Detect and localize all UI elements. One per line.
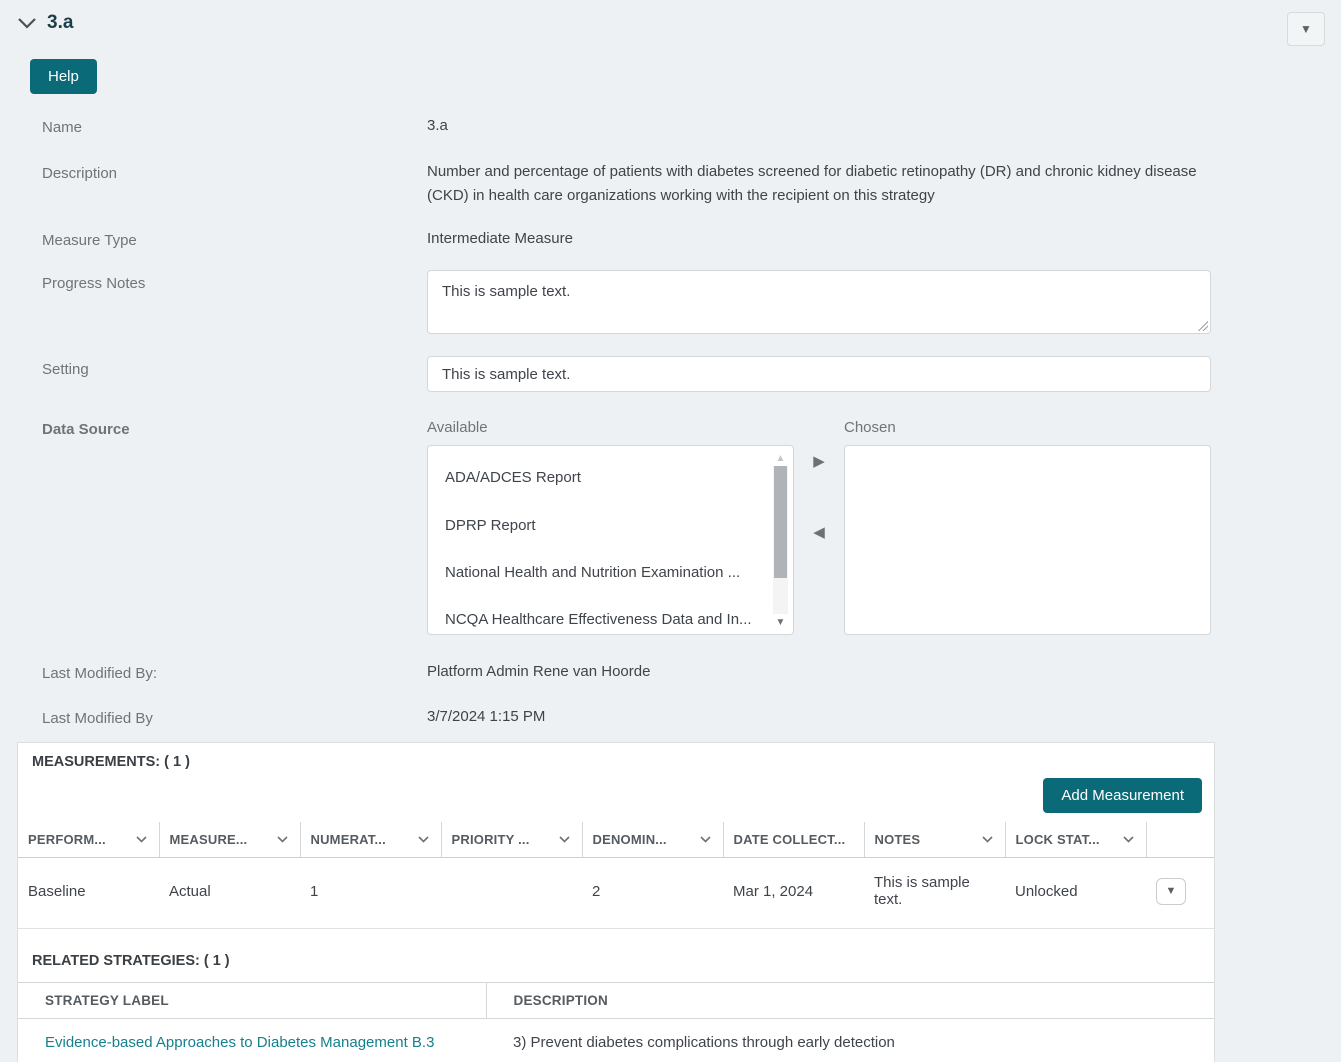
- last-modified-by-row: Last Modified By: Platform Admin Rene va…: [0, 660, 1341, 683]
- column-header-performance[interactable]: PERFORM...: [18, 821, 160, 859]
- available-option[interactable]: ADA/ADCES Report: [428, 454, 793, 501]
- column-header-notes[interactable]: NOTES: [864, 821, 1006, 859]
- strategy-description: 3) Prevent diabetes complications throug…: [513, 1034, 895, 1052]
- measure-type-value: Intermediate Measure: [427, 229, 573, 247]
- related-strategies-title: RELATED STRATEGIES: ( 1 ): [32, 953, 230, 970]
- name-row: Name 3.a: [0, 114, 1341, 137]
- description-value: Number and percentage of patients with d…: [427, 163, 1197, 204]
- chevron-down-icon: [1122, 836, 1134, 843]
- description-row: Description Number and percentage of pat…: [0, 160, 1341, 207]
- progress-notes-input[interactable]: This is sample text.: [427, 270, 1211, 334]
- move-right-icon[interactable]: ▶: [813, 454, 825, 469]
- column-header-lock-status[interactable]: LOCK STAT...: [1005, 821, 1147, 859]
- chevron-down-icon: [276, 836, 288, 843]
- measurements-title: MEASUREMENTS: ( 1 ): [32, 753, 190, 770]
- description-label: Description: [42, 165, 118, 183]
- cell-priority: [441, 857, 582, 930]
- last-modified-date-label: Last Modified By: [42, 709, 153, 727]
- cell-numerator: 1: [300, 857, 441, 930]
- last-modified-by-label: Last Modified By:: [42, 665, 158, 683]
- data-source-label: Data Source: [42, 421, 130, 438]
- strategy-label-link[interactable]: Evidence-based Approaches to Diabetes Ma…: [45, 1034, 434, 1051]
- caret-down-icon: ▼: [1300, 22, 1312, 36]
- chevron-down-icon: [699, 836, 711, 843]
- chevron-down-icon: [135, 836, 147, 843]
- column-header-date-collected[interactable]: DATE COLLECT...: [723, 821, 865, 859]
- column-header-numerator[interactable]: NUMERAT...: [300, 821, 442, 859]
- section-menu-button[interactable]: ▼: [1287, 12, 1325, 46]
- measure-form: Name 3.a Description Number and percenta…: [0, 114, 1341, 728]
- cell-lock-status: Unlocked: [1005, 857, 1146, 930]
- add-measurement-button[interactable]: Add Measurement: [1043, 777, 1202, 813]
- column-header-strategy-label: STRATEGY LABEL: [18, 982, 487, 1020]
- data-source-row: Data Source Available ADA/ADCES Report D…: [0, 416, 1341, 636]
- scrollbar-track[interactable]: [773, 466, 788, 615]
- measure-type-label: Measure Type: [42, 231, 137, 249]
- help-button[interactable]: Help: [30, 59, 97, 94]
- column-header-description: DESCRIPTION: [486, 982, 1214, 1020]
- cell-date-collected: Mar 1, 2024: [723, 857, 864, 930]
- scrollbar-thumb[interactable]: [774, 466, 787, 579]
- section-collapse-toggle[interactable]: 3.a: [18, 12, 73, 34]
- chosen-caption: Chosen: [844, 419, 896, 436]
- chevron-down-icon: [981, 836, 993, 843]
- last-modified-by-value: Platform Admin Rene van Hoorde: [427, 663, 651, 681]
- row-actions-button[interactable]: ▼: [1156, 877, 1186, 905]
- measurements-card: MEASUREMENTS: ( 1 ) Add Measurement PERF…: [17, 741, 1215, 1062]
- progress-notes-row: Progress Notes This is sample text.: [0, 270, 1341, 334]
- available-option[interactable]: DPRP Report: [428, 502, 793, 549]
- column-header-actions: [1146, 821, 1214, 859]
- scroll-down-icon[interactable]: ▼: [773, 614, 788, 630]
- scroll-up-icon[interactable]: ▲: [773, 450, 788, 466]
- available-column: Available ADA/ADCES Report DPRP Report N…: [427, 416, 794, 636]
- listbox-scrollbar[interactable]: ▲ ▼: [773, 450, 788, 630]
- measurements-header-row: PERFORM... MEASURE... NUMERAT... PRIORIT…: [18, 821, 1214, 859]
- related-strategies-table: STRATEGY LABEL DESCRIPTION Evidence-base…: [18, 982, 1214, 1062]
- column-header-priority[interactable]: PRIORITY ...: [441, 821, 583, 859]
- name-value: 3.a: [427, 117, 448, 134]
- chosen-column: Chosen: [844, 416, 1211, 636]
- last-modified-date-value: 3/7/2024 1:15 PM: [427, 707, 546, 725]
- column-header-measure[interactable]: MEASURE...: [159, 821, 301, 859]
- available-listbox[interactable]: ADA/ADCES Report DPRP Report National He…: [427, 445, 794, 636]
- chevron-down-icon: [558, 836, 570, 843]
- measure-detail-page: 3.a ▼ Help Name 3.a Description Number a…: [0, 0, 1341, 1062]
- related-strategies-header-row: STRATEGY LABEL DESCRIPTION: [18, 982, 1214, 1020]
- cell-measure: Actual: [159, 857, 300, 930]
- available-option[interactable]: National Health and Nutrition Examinatio…: [428, 549, 793, 596]
- last-modified-date-row: Last Modified By 3/7/2024 1:15 PM: [0, 705, 1341, 728]
- setting-input[interactable]: [427, 356, 1211, 392]
- available-option[interactable]: NCQA Healthcare Effectiveness Data and I…: [428, 596, 793, 634]
- column-header-denominator[interactable]: DENOMIN...: [582, 821, 724, 859]
- resize-handle-icon[interactable]: [1198, 321, 1208, 331]
- available-caption: Available: [427, 419, 488, 436]
- cell-denominator: 2: [582, 857, 723, 930]
- move-left-icon[interactable]: ◀: [813, 525, 825, 540]
- setting-label: Setting: [42, 361, 89, 378]
- top-bar: 3.a ▼: [0, 0, 1341, 46]
- progress-notes-label: Progress Notes: [42, 275, 146, 292]
- caret-down-icon: ▼: [1165, 885, 1177, 898]
- related-strategy-row: Evidence-based Approaches to Diabetes Ma…: [18, 1019, 1214, 1062]
- chosen-listbox[interactable]: [844, 445, 1211, 636]
- measurement-row: Baseline Actual 1 2 Mar 1, 2024 This is …: [18, 857, 1214, 930]
- cell-performance: Baseline: [18, 857, 159, 930]
- chevron-down-icon: [18, 17, 36, 29]
- setting-row: Setting: [0, 356, 1341, 392]
- chevron-down-icon: [417, 836, 429, 843]
- section-title: 3.a: [47, 12, 74, 33]
- cell-notes: This is sample text.: [864, 857, 1005, 930]
- move-buttons: ▶ ◀: [794, 416, 844, 635]
- measure-type-row: Measure Type Intermediate Measure: [0, 227, 1341, 250]
- name-label: Name: [42, 119, 83, 136]
- measurements-table: PERFORM... MEASURE... NUMERAT... PRIORIT…: [18, 821, 1214, 930]
- data-source-dual-list: Available ADA/ADCES Report DPRP Report N…: [427, 416, 1211, 636]
